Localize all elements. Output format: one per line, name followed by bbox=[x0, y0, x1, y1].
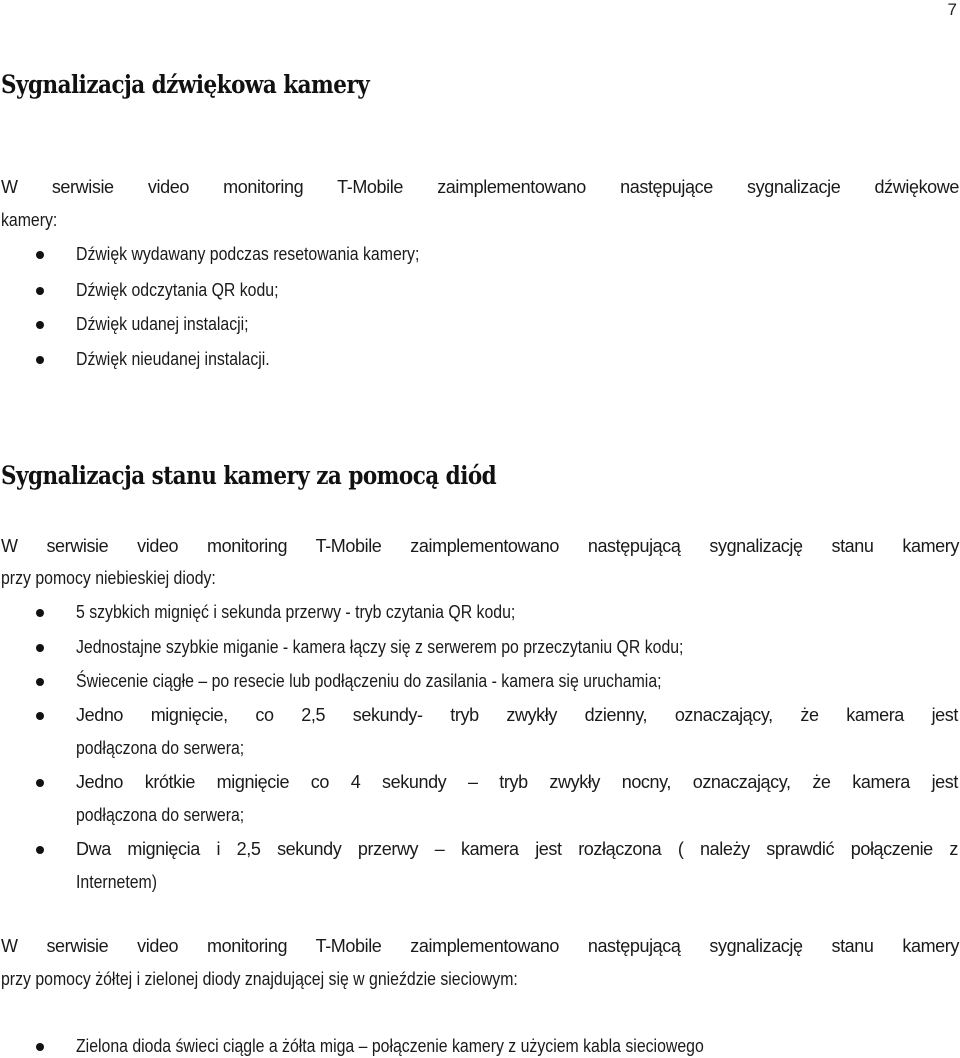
list-item-text-continued: podłączona do serwera; bbox=[76, 805, 245, 825]
list-item-text-continued: Internetem) bbox=[76, 872, 158, 892]
bullet-icon bbox=[36, 251, 44, 259]
paragraph-line: W serwisie video monitoring T-Mobile zai… bbox=[1, 177, 959, 197]
bullet-icon bbox=[36, 287, 44, 295]
page-number: 7 bbox=[947, 0, 957, 19]
list-item-text: Dwa mignięcia i 2,5 sekundy przerwy – ka… bbox=[76, 839, 958, 859]
paragraph-line: W serwisie video monitoring T-Mobile zai… bbox=[1, 936, 959, 956]
list-item-text: Dźwięk udanej instalacji; bbox=[76, 314, 249, 334]
bullet-icon bbox=[36, 712, 44, 720]
bullet-icon bbox=[36, 1043, 44, 1051]
list-item-text: Jednostajne szybkie miganie - kamera łąc… bbox=[76, 637, 684, 657]
list-item-text: Dźwięk odczytania QR kodu; bbox=[76, 280, 279, 300]
bullet-icon bbox=[36, 356, 44, 364]
paragraph-line: kamery: bbox=[1, 210, 58, 230]
list-item-text: Jedno krótkie mignięcie co 4 sekundy – t… bbox=[76, 772, 958, 792]
paragraph-line: W serwisie video monitoring T-Mobile zai… bbox=[1, 536, 959, 556]
section-heading-leds: Sygnalizacja stanu kamery za pomocą diód bbox=[1, 461, 497, 490]
section-heading-sound: Sygnalizacja dźwiękowa kamery bbox=[1, 70, 370, 99]
bullet-icon bbox=[36, 609, 44, 617]
list-item-text: Dźwięk nieudanej instalacji. bbox=[76, 349, 270, 369]
list-item-text: Zielona dioda świeci ciągle a żółta miga… bbox=[76, 1036, 704, 1056]
paragraph-line: przy pomocy żółtej i zielonej diody znaj… bbox=[1, 969, 518, 989]
bullet-icon bbox=[36, 678, 44, 686]
list-item-text: Jedno mignięcie, co 2,5 sekundy- tryb zw… bbox=[76, 705, 958, 725]
list-item-text-continued: podłączona do serwera; bbox=[76, 738, 245, 758]
list-item-text: 5 szybkich mignięć i sekunda przerwy - t… bbox=[76, 602, 516, 622]
list-item-text: Świecenie ciągłe – po resecie lub podłąc… bbox=[76, 671, 662, 691]
paragraph-line: przy pomocy niebieskiej diody: bbox=[1, 568, 216, 588]
bullet-icon bbox=[36, 846, 44, 854]
list-item-text: Dźwięk wydawany podczas resetowania kame… bbox=[76, 244, 420, 264]
bullet-icon bbox=[36, 321, 44, 329]
bullet-icon bbox=[36, 644, 44, 652]
bullet-icon bbox=[36, 779, 44, 787]
